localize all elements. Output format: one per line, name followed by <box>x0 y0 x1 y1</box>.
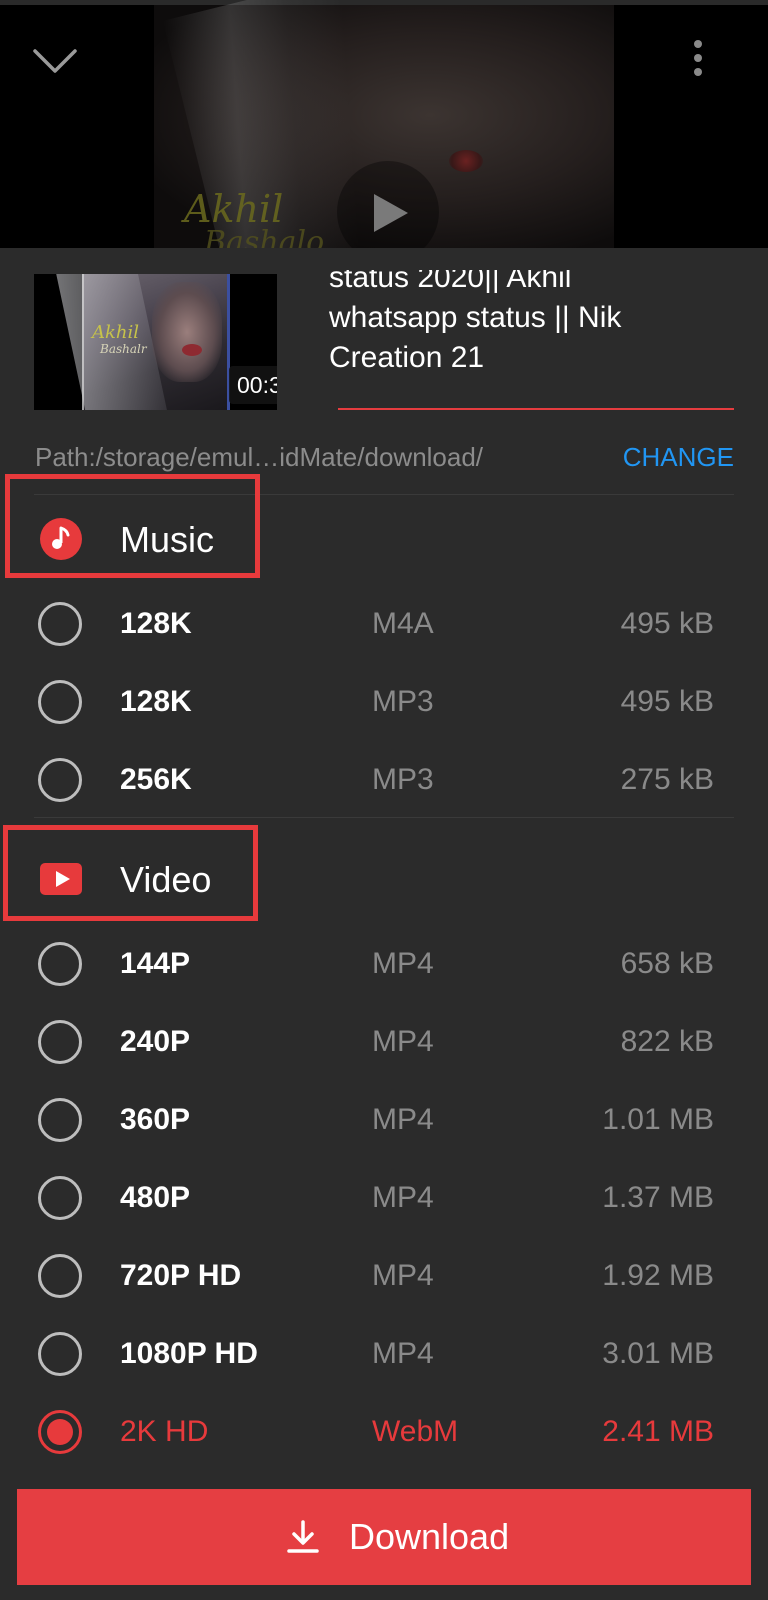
radio-button-selected[interactable] <box>38 1410 82 1454</box>
video-frame-detail <box>449 150 483 172</box>
video-option-row[interactable]: 240P MP4 822 kB <box>0 1003 768 1081</box>
option-format: MP4 <box>372 1103 434 1136</box>
option-format: MP4 <box>372 1259 434 1292</box>
video-title: status 2020|| Akhil whatsapp status || N… <box>329 270 622 374</box>
more-dot <box>694 54 702 62</box>
radio-button[interactable] <box>38 942 82 986</box>
option-format: MP3 <box>372 685 434 718</box>
option-size: 495 kB <box>620 607 714 640</box>
more-dot <box>694 40 702 48</box>
video-option-row[interactable]: 720P HD MP4 1.92 MB <box>0 1237 768 1315</box>
video-option-row[interactable]: 360P MP4 1.01 MB <box>0 1081 768 1159</box>
option-format: MP4 <box>372 1337 434 1370</box>
video-info: Akhil Bashalr 00:31 status 2020|| Akhil … <box>0 248 768 418</box>
title-field[interactable]: status 2020|| Akhil whatsapp status || N… <box>329 270 735 400</box>
thumbnail-watermark-sub: Bashalr <box>100 342 147 356</box>
video-thumbnail: Akhil Bashalr 00:31 <box>34 274 277 410</box>
video-option-row[interactable]: 144P MP4 658 kB <box>0 925 768 1003</box>
option-quality: 480P <box>120 1181 191 1214</box>
option-size: 1.92 MB <box>602 1259 714 1292</box>
thumbnail-face <box>152 282 222 382</box>
video-section-header: Video <box>0 825 768 921</box>
collapse-chevron-down-icon[interactable] <box>33 47 77 77</box>
download-path: Path:/storage/emul…idMate/download/ <box>35 442 484 472</box>
option-quality: 720P HD <box>120 1259 242 1292</box>
radio-button[interactable] <box>38 1098 82 1142</box>
option-quality: 256K <box>120 763 192 796</box>
option-quality: 128K <box>120 685 192 718</box>
option-format: M4A <box>372 607 434 640</box>
youtube-play-icon <box>40 863 82 895</box>
option-quality: 240P <box>120 1025 191 1058</box>
option-size: 495 kB <box>620 685 714 718</box>
option-size: 658 kB <box>620 947 714 980</box>
video-watermark: Akhil <box>184 187 284 231</box>
video-player[interactable]: Akhil Bashalo <box>0 0 768 250</box>
download-sheet: Akhil Bashalr 00:31 status 2020|| Akhil … <box>0 248 768 1600</box>
music-section-label: Music <box>120 519 215 560</box>
thumbnail-edge <box>82 274 84 410</box>
radio-button[interactable] <box>38 1020 82 1064</box>
video-option-row[interactable]: 1080P HD MP4 3.01 MB <box>0 1315 768 1393</box>
option-format: MP4 <box>372 947 434 980</box>
radio-button[interactable] <box>38 758 82 802</box>
option-size: 1.01 MB <box>602 1103 714 1136</box>
option-quality: 360P <box>120 1103 191 1136</box>
music-section-header: Music <box>0 474 768 578</box>
option-size: 3.01 MB <box>602 1337 714 1370</box>
music-option-row[interactable]: 256K MP3 275 kB <box>0 741 768 819</box>
thumbnail-watermark: Akhil <box>92 322 140 343</box>
change-path-button[interactable]: CHANGE <box>623 440 734 474</box>
download-button[interactable]: Download <box>17 1489 751 1585</box>
option-size: 1.37 MB <box>602 1181 714 1214</box>
thumbnail-image: Akhil Bashalr <box>56 274 227 410</box>
title-underline <box>338 408 734 410</box>
video-option-row[interactable]: 480P MP4 1.37 MB <box>0 1159 768 1237</box>
duration-badge: 00:31 <box>229 366 277 404</box>
option-format: MP4 <box>372 1025 434 1058</box>
video-section-label: Video <box>120 859 212 900</box>
more-dot <box>694 68 702 76</box>
download-label: Download <box>349 1516 510 1557</box>
thumbnail-detail <box>182 344 202 356</box>
radio-button[interactable] <box>38 1254 82 1298</box>
option-quality: 128K <box>120 607 192 640</box>
radio-button[interactable] <box>38 1332 82 1376</box>
play-icon <box>374 194 408 232</box>
option-quality: 2K HD <box>120 1415 209 1448</box>
option-format: MP4 <box>372 1181 434 1214</box>
option-quality: 1080P HD <box>120 1337 258 1370</box>
radio-button[interactable] <box>38 602 82 646</box>
download-arrow-icon <box>287 1520 319 1553</box>
option-size: 275 kB <box>620 763 714 796</box>
video-option-row-selected[interactable]: 2K HD WebM 2.41 MB <box>0 1393 768 1471</box>
divider <box>34 817 734 818</box>
option-size: 2.41 MB <box>602 1415 714 1448</box>
music-option-row[interactable]: 128K MP3 495 kB <box>0 663 768 741</box>
option-format: WebM <box>372 1415 459 1448</box>
more-options-icon[interactable] <box>692 40 704 80</box>
option-quality: 144P <box>120 947 191 980</box>
option-format: MP3 <box>372 763 434 796</box>
video-watermark-sub: Bashalo <box>204 225 325 250</box>
radio-button[interactable] <box>38 1176 82 1220</box>
radio-button[interactable] <box>38 680 82 724</box>
option-size: 822 kB <box>620 1025 714 1058</box>
music-option-row[interactable]: 128K M4A 495 kB <box>0 585 768 663</box>
music-note-icon <box>40 518 82 560</box>
